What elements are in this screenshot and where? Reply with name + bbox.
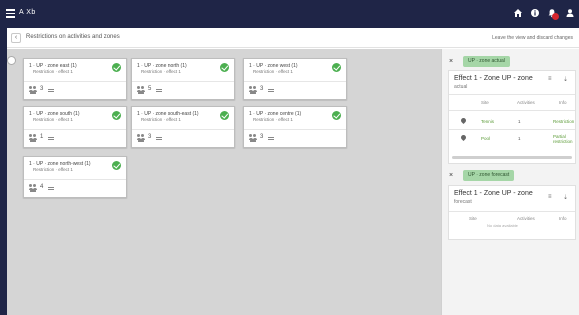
list-icon [48,89,54,93]
zone-card[interactable]: 1 · UP · zone west (1) Restriction · effe… [243,58,347,100]
zone-card[interactable]: 1 · UP · zone north (1) Restriction · eff… [131,58,235,100]
card-subtitle: Restriction · effect 1 [33,69,73,74]
hamburger-icon[interactable] [6,9,15,18]
card-subtitle: Restriction · effect 1 [141,117,181,122]
row-info: Partial restriction [553,134,573,144]
effect-title: Effect 1 - Zone UP - zone [454,190,533,197]
zone-card[interactable]: 1 · UP · zone north-west (1) Restriction … [23,156,127,198]
close-icon[interactable]: × [449,58,453,65]
people-icon [136,86,145,94]
col-site: Site [481,100,489,105]
list-icon [48,137,54,141]
effect-card: Effect 1 - Zone UP - zone actual ≡ ⇣ Sit… [448,70,576,164]
detail-panel: × UP · zone actual Effect 1 - Zone UP - … [441,49,579,315]
row-activities: 1 [518,119,521,124]
sub-header: ‹ Restrictions on activities and zones L… [7,28,579,48]
menu-icon[interactable]: ≡ [548,194,552,200]
page-title: Restrictions on activities and zones [26,34,120,40]
check-circle-icon [112,161,121,170]
zone-board: 1 · UP · zone east (1) Restriction · effe… [7,49,441,315]
chevron-left-icon[interactable]: ‹ [11,33,21,43]
zone-chip: UP · zone actual [463,56,510,67]
zone-card[interactable]: 1 · UP · zone south (1) Restriction · eff… [23,106,127,148]
card-subtitle: Restriction · effect 1 [33,117,73,122]
user-icon[interactable] [565,8,575,18]
zone-card[interactable]: 1 · UP · zone east (1) Restriction · effe… [23,58,127,100]
effect-card: Effect 1 - Zone UP - zone forecast ≡ ⇣ S… [448,185,576,240]
people-icon [28,134,37,142]
col-activities: Activities [517,100,535,105]
arrow-down-icon[interactable]: ⇣ [563,76,568,83]
check-circle-icon [112,111,121,120]
people-icon [136,134,145,142]
card-subtitle: Restriction · effect 1 [253,69,293,74]
left-rail [0,28,7,315]
location-pin-icon [459,133,468,142]
discard-link[interactable]: Leave the view and discard changes [492,35,573,41]
effect-subtitle: forecast [454,199,472,205]
effect-section-actual: × UP · zone actual Effect 1 - Zone UP - … [443,54,579,169]
col-info: Info [559,216,567,221]
zone-card[interactable]: 1 · UP · zone south-east (1) Restriction … [131,106,235,148]
check-circle-icon [112,63,121,72]
list-icon [156,137,162,141]
people-icon [248,134,257,142]
col-info: Info [559,100,567,105]
close-icon[interactable]: × [449,172,453,179]
card-count: 3 [260,134,264,140]
card-count: 1 [40,134,44,140]
horizontal-scrollbar[interactable] [452,156,572,159]
col-activities: Activities [517,216,535,221]
app-title: A Xb [19,9,36,16]
location-pin-icon [459,116,468,125]
row-site: Tennis [481,119,495,124]
card-count: 3 [260,86,264,92]
check-circle-icon [220,63,229,72]
row-activities: 1 [518,136,521,141]
card-count: 5 [148,86,152,92]
people-icon [28,86,37,94]
card-count: 3 [40,86,44,92]
check-circle-icon [332,63,341,72]
zone-chip: UP · zone forecast [463,170,515,181]
effect-title: Effect 1 - Zone UP - zone [454,75,533,82]
check-circle-icon [220,111,229,120]
list-icon [268,137,274,141]
effect-subtitle: actual [454,84,468,90]
card-subtitle: Restriction · effect 1 [33,167,73,172]
menu-icon[interactable]: ≡ [548,76,552,82]
arrow-down-icon[interactable]: ⇣ [563,194,568,201]
col-site: Site [469,216,477,221]
empty-message: No data available [487,223,518,228]
info-icon[interactable] [530,8,540,18]
zone-card[interactable]: 1 · UP · zone centre (1) Restriction · ef… [243,106,347,148]
row-site: Pool [481,136,491,141]
collapse-handle[interactable] [7,56,16,65]
card-subtitle: Restriction · effect 1 [141,69,181,74]
card-count: 4 [40,184,44,190]
list-icon [268,89,274,93]
list-icon [156,89,162,93]
people-icon [248,86,257,94]
app-bar: A Xb [0,0,579,28]
card-count: 3 [148,134,152,140]
people-icon [28,184,37,192]
check-circle-icon [332,111,341,120]
card-subtitle: Restriction · effect 1 [253,117,293,122]
effect-section-forecast: × UP · zone forecast Effect 1 - Zone UP … [443,168,579,248]
row-info: Restriction [553,119,575,124]
home-icon[interactable] [513,8,523,18]
notification-badge [552,13,559,20]
list-icon [48,187,54,191]
